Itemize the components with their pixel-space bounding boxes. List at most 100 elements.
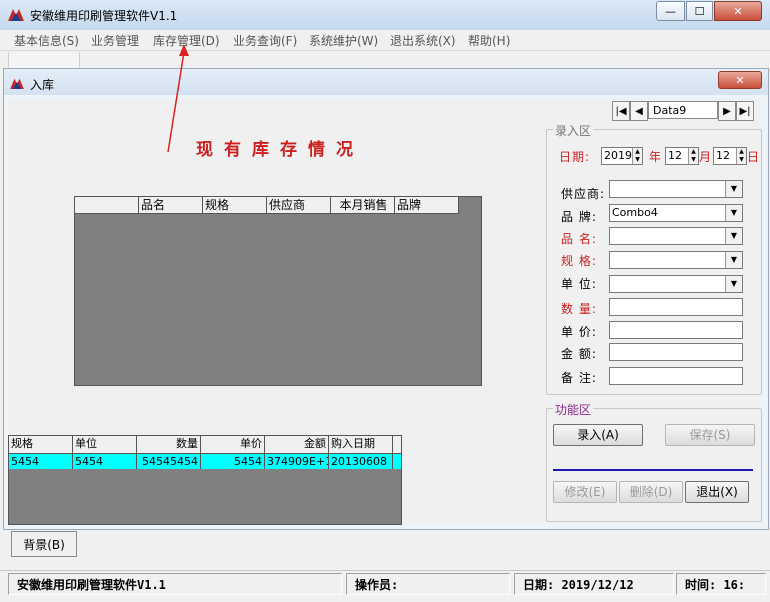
menu-business[interactable]: 业务管理 (91, 32, 139, 49)
day-value: 12 (716, 149, 730, 162)
menu-bar: 基本信息(S) 业务管理 库存管理(D) 业务查询(F) 系统维护(W) 退出系… (0, 30, 770, 51)
grid-header-qty[interactable]: 数量 (137, 436, 201, 453)
child-title: 入库 (30, 78, 55, 92)
menu-basic-info[interactable]: 基本信息(S) (14, 32, 79, 49)
child-client-area: 现有库存情况 |◀ ◀ Data9 ▶ ▶| 品名 规格 供应商 本月销售 品牌… (8, 99, 762, 525)
supplier-label: 供应商: (561, 187, 606, 201)
chevron-down-icon[interactable]: ▼ (725, 276, 742, 292)
quantity-input[interactable] (609, 298, 743, 316)
amount-input[interactable] (609, 343, 743, 361)
delete-button[interactable]: 删除(D) (619, 481, 683, 503)
nav-last-button[interactable]: ▶| (736, 101, 754, 121)
status-app-name: 安徽维用印刷管理软件V1.1 (8, 573, 342, 595)
cell-qty: 54545454 (137, 454, 201, 469)
window-title: 安徽维用印刷管理软件V1.1 (30, 9, 178, 23)
menu-maintenance[interactable]: 系统维护(W) (309, 32, 378, 49)
grid-header-brand[interactable]: 品牌 (395, 197, 459, 213)
brand-combo[interactable]: Combo4 ▼ (609, 204, 743, 222)
edit-button[interactable]: 修改(E) (553, 481, 617, 503)
grid-header-monthly-sales[interactable]: 本月销售 (331, 197, 395, 213)
grid-header-supplier[interactable]: 供应商 (267, 197, 331, 213)
divider (553, 469, 753, 471)
entry-grid[interactable]: 规格 单位 数量 单价 金额 购入日期 5454 5454 54545454 5… (8, 435, 402, 525)
product-name-label: 品 名: (561, 232, 597, 246)
menu-exit[interactable]: 退出系统(X) (390, 32, 456, 49)
chevron-down-icon[interactable]: ▼ (725, 205, 742, 221)
chevron-down-icon[interactable]: ▼ (725, 252, 742, 268)
stock-heading: 现有库存情况 (196, 140, 364, 160)
grid-header-amount[interactable]: 金额 (265, 436, 329, 453)
stock-grid[interactable]: 品名 规格 供应商 本月销售 品牌 (74, 196, 482, 386)
grid-header-purchase-date[interactable]: 购入日期 (329, 436, 393, 453)
cell-amount: 374909E+11 (265, 454, 329, 469)
grid-header-indicator (75, 197, 139, 213)
exit-button[interactable]: 退出(X) (685, 481, 749, 503)
cell-unit: 5454 (73, 454, 137, 469)
product-name-combo[interactable]: ▼ (609, 227, 743, 245)
spinner-arrows-icon[interactable]: ▲ ▼ (632, 148, 642, 164)
year-spinner[interactable]: 2019 ▲ ▼ (601, 147, 643, 165)
spec-combo[interactable]: ▼ (609, 251, 743, 269)
minimize-button[interactable]: — (656, 1, 685, 21)
spinner-arrows-icon[interactable]: ▲ ▼ (736, 148, 746, 164)
brand-label: 品 牌: (561, 210, 597, 224)
maximize-button[interactable]: ☐ (686, 1, 713, 21)
chevron-down-icon[interactable]: ▼ (725, 181, 742, 197)
nav-prev-button[interactable]: ◀ (630, 101, 648, 121)
table-row[interactable]: 5454 5454 54545454 5454 374909E+11 20130… (9, 454, 401, 469)
close-icon: ✕ (733, 4, 743, 18)
cell-date: 20130608 (329, 454, 393, 469)
child-close-button[interactable]: ✕ (718, 71, 762, 89)
menu-help[interactable]: 帮助(H) (468, 32, 510, 49)
menu-inventory[interactable]: 库存管理(D) (153, 32, 220, 49)
day-spinner[interactable]: 12 ▲ ▼ (713, 147, 747, 165)
menu-query[interactable]: 业务查询(F) (233, 32, 297, 49)
background-button[interactable]: 背景(B) (11, 531, 77, 557)
price-label: 单 价: (561, 325, 597, 339)
entry-area-group: 录入区 日期: 2019 ▲ ▼ 年 12 ▲ ▼ 月 12 ▲ ▼ 日 供应商: ▼… (546, 122, 762, 395)
status-operator: 操作员: (346, 573, 510, 595)
status-time: 时间: 16: (676, 573, 766, 595)
quantity-label: 数 量: (561, 302, 597, 316)
note-input[interactable] (609, 367, 743, 385)
app-logo-icon (8, 9, 24, 21)
unit-combo[interactable]: ▼ (609, 275, 743, 293)
function-area-label: 功能区 (553, 401, 594, 418)
close-button[interactable]: ✕ (714, 1, 762, 21)
nav-first-button[interactable]: |◀ (612, 101, 630, 121)
day-unit: 日 (747, 150, 761, 164)
status-bar: 安徽维用印刷管理软件V1.1 操作员: 日期: 2019/12/12 时间: 1… (0, 570, 770, 602)
close-icon: ✕ (735, 73, 745, 87)
minimize-icon: — (665, 4, 676, 18)
nav-datasource: Data9 (648, 101, 718, 119)
supplier-combo[interactable]: ▼ (609, 180, 743, 198)
unit-label: 单 位: (561, 277, 597, 291)
save-button[interactable]: 保存(S) (665, 424, 755, 446)
function-area-group: 功能区 录入(A) 保存(S) 修改(E) 删除(D) 退出(X) (546, 401, 762, 522)
price-input[interactable] (609, 321, 743, 339)
grid-header-spec[interactable]: 规格 (203, 197, 267, 213)
entry-grid-header: 规格 单位 数量 单价 金额 购入日期 (9, 436, 401, 454)
year-unit: 年 (649, 150, 663, 164)
child-title-bar: 入库 ✕ (4, 69, 768, 95)
nav-next-button[interactable]: ▶ (718, 101, 736, 121)
spec-label: 规 格: (561, 254, 597, 268)
status-date: 日期: 2019/12/12 (514, 573, 674, 595)
amount-label: 金 额: (561, 347, 597, 361)
entry-button[interactable]: 录入(A) (553, 424, 643, 446)
cell-spec: 5454 (9, 454, 73, 469)
cell-price: 5454 (201, 454, 265, 469)
entry-area-label: 录入区 (553, 122, 594, 139)
chevron-down-icon[interactable]: ▼ (725, 228, 742, 244)
grid-header-name[interactable]: 品名 (139, 197, 203, 213)
grid-header-spec[interactable]: 规格 (9, 436, 73, 453)
month-spinner[interactable]: 12 ▲ ▼ (665, 147, 699, 165)
app-logo-icon (10, 78, 24, 89)
note-label: 备 注: (561, 371, 597, 385)
record-navigator: |◀ ◀ Data9 ▶ ▶| (612, 101, 754, 121)
month-value: 12 (668, 149, 682, 162)
toolbar-strip (8, 52, 80, 69)
spinner-arrows-icon[interactable]: ▲ ▼ (688, 148, 698, 164)
grid-header-price[interactable]: 单价 (201, 436, 265, 453)
grid-header-unit[interactable]: 单位 (73, 436, 137, 453)
